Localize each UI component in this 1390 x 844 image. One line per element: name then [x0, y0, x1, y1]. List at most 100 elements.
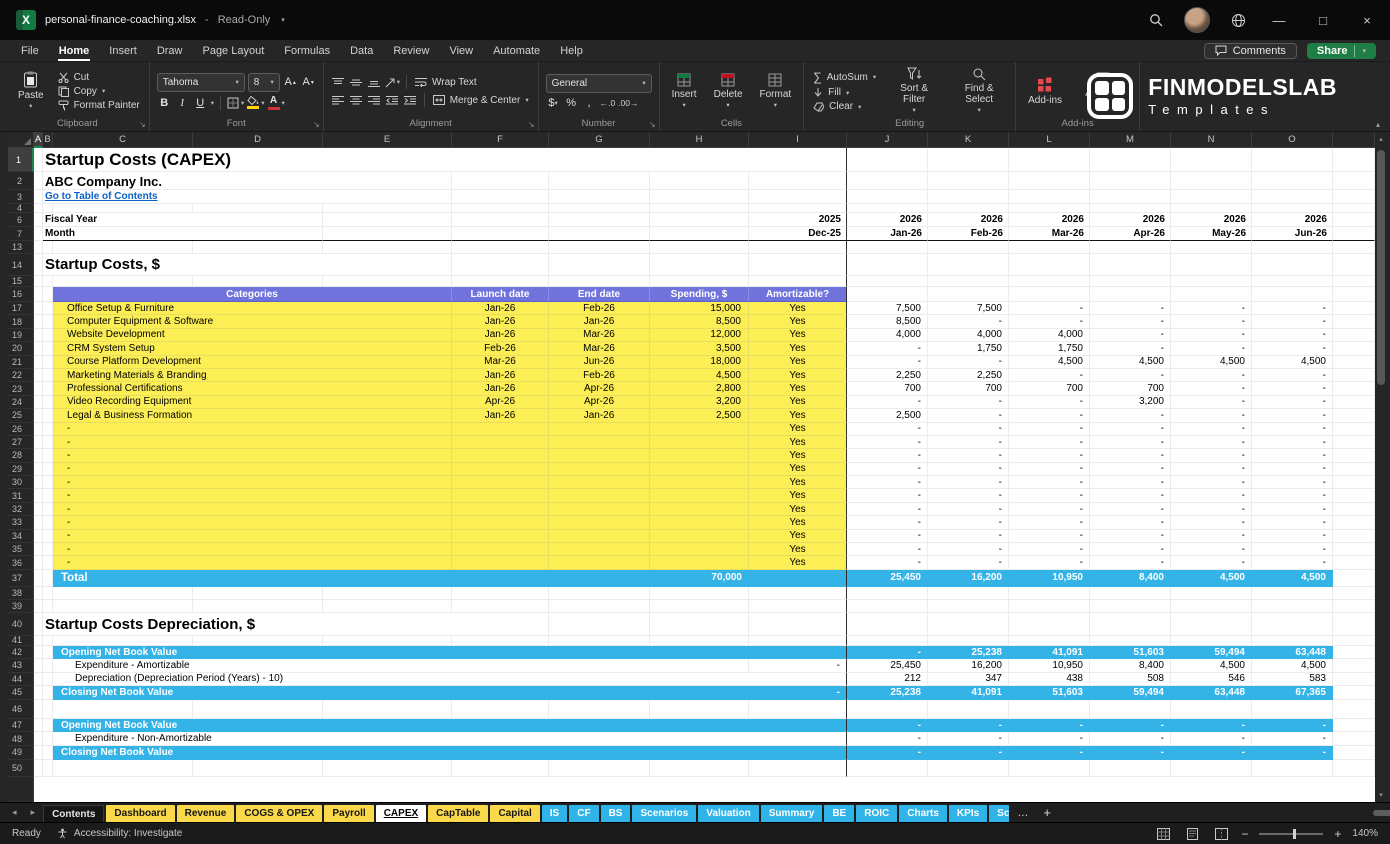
cell-G34[interactable] — [549, 529, 650, 544]
cell-F39[interactable] — [452, 599, 549, 613]
cell-A22[interactable] — [34, 368, 43, 383]
cell-I29[interactable]: Yes — [749, 462, 847, 477]
cell-I19[interactable]: Yes — [749, 328, 847, 343]
cell-M28[interactable]: - — [1090, 449, 1171, 463]
sheet-tab-capex[interactable]: CAPEX — [375, 805, 427, 822]
cell-N25[interactable]: - — [1171, 409, 1252, 423]
cell-H7[interactable] — [650, 227, 749, 241]
zoom-slider-thumb[interactable] — [1292, 828, 1296, 839]
cell-M25[interactable]: - — [1090, 409, 1171, 423]
cell-G50[interactable] — [549, 759, 650, 777]
cell-M24[interactable]: 3,200 — [1090, 395, 1171, 410]
cell-M19[interactable]: - — [1090, 328, 1171, 343]
cell-F14[interactable] — [452, 254, 549, 276]
cell-K33[interactable]: - — [928, 516, 1009, 530]
cell-F27[interactable] — [452, 435, 549, 450]
cell-B50[interactable] — [43, 759, 53, 777]
cell-C29[interactable]: - — [53, 462, 452, 477]
cell-B41[interactable] — [43, 635, 53, 646]
cell-A21[interactable] — [34, 355, 43, 369]
cell-K19[interactable]: 4,000 — [928, 328, 1009, 343]
cell-X25[interactable] — [1333, 409, 1375, 423]
cell-N2[interactable] — [1171, 172, 1252, 190]
cell-L34[interactable]: - — [1009, 529, 1090, 544]
cell-B46[interactable] — [43, 699, 53, 719]
cell-B17[interactable] — [43, 302, 53, 316]
cell-G36[interactable] — [549, 556, 650, 570]
row-header-37[interactable]: 37 — [8, 569, 34, 587]
vertical-scroll-thumb[interactable] — [1377, 150, 1385, 385]
row-header-43[interactable]: 43 — [8, 659, 34, 673]
cell-L25[interactable]: - — [1009, 409, 1090, 423]
cell-C19[interactable]: Website Development — [53, 328, 452, 343]
row-header-39[interactable]: 39 — [8, 599, 34, 613]
cell-C49[interactable]: Closing Net Book Value — [53, 745, 847, 760]
cell-I35[interactable]: Yes — [749, 543, 847, 557]
cell-B19[interactable] — [43, 328, 53, 343]
search-icon[interactable] — [1146, 10, 1166, 30]
cell-M4[interactable] — [1090, 204, 1171, 213]
cell-L14[interactable] — [1009, 254, 1090, 276]
cell-M26[interactable]: - — [1090, 422, 1171, 436]
align-center-button[interactable] — [349, 95, 364, 106]
new-sheet-button[interactable]: + — [1037, 805, 1057, 820]
cell-E6[interactable] — [323, 213, 452, 227]
cell-D41[interactable] — [193, 635, 323, 646]
cell-X30[interactable] — [1333, 476, 1375, 490]
row-header-35[interactable]: 35 — [8, 543, 34, 557]
cell-F29[interactable] — [452, 462, 549, 477]
vertical-scrollbar[interactable]: ▴ ▾ — [1375, 132, 1387, 802]
cell-A48[interactable] — [34, 732, 43, 746]
accessibility-status[interactable]: Accessibility: Investigate — [57, 828, 182, 839]
cell-I25[interactable]: Yes — [749, 409, 847, 423]
cell-F17[interactable]: Jan-26 — [452, 302, 549, 316]
cell-L31[interactable]: - — [1009, 489, 1090, 503]
row-header-25[interactable]: 25 — [8, 409, 34, 423]
cell-I31[interactable]: Yes — [749, 489, 847, 503]
cell-A23[interactable] — [34, 382, 43, 396]
maximize-button[interactable]: □ — [1310, 13, 1336, 28]
cell-A19[interactable] — [34, 328, 43, 343]
cell-A40[interactable] — [34, 612, 43, 636]
cell-X23[interactable] — [1333, 382, 1375, 396]
cell-H39[interactable] — [650, 599, 749, 613]
cell-F16[interactable]: Launch date — [452, 287, 549, 302]
cell-N1[interactable] — [1171, 148, 1252, 172]
cell-G28[interactable] — [549, 449, 650, 463]
sheet-tab-bs[interactable]: BS — [600, 805, 631, 822]
row-header-21[interactable]: 21 — [8, 355, 34, 369]
cell-X17[interactable] — [1333, 302, 1375, 316]
sheet-tab-revenue[interactable]: Revenue — [176, 805, 235, 822]
cell-I33[interactable]: Yes — [749, 516, 847, 530]
cell-N40[interactable] — [1171, 612, 1252, 636]
cell-B26[interactable] — [43, 422, 53, 436]
cell-L4[interactable] — [1009, 204, 1090, 213]
cell-B7[interactable]: Month — [43, 227, 323, 241]
cell-M43[interactable]: 8,400 — [1090, 659, 1171, 673]
cell-A2[interactable] — [34, 172, 43, 190]
cell-L33[interactable]: - — [1009, 516, 1090, 530]
cell-A6[interactable] — [34, 213, 43, 227]
column-header-G[interactable]: G — [549, 132, 650, 148]
cell-F31[interactable] — [452, 489, 549, 503]
cell-N33[interactable]: - — [1171, 516, 1252, 530]
cell-H14[interactable] — [650, 254, 749, 276]
cell-M44[interactable]: 508 — [1090, 672, 1171, 686]
cell-O2[interactable] — [1252, 172, 1333, 190]
row-header-24[interactable]: 24 — [8, 395, 34, 410]
cell-H37[interactable]: 70,000 — [650, 569, 749, 587]
collapse-ribbon-icon[interactable]: ▴ — [1376, 120, 1380, 129]
number-dialog-launcher[interactable]: ↘ — [649, 121, 656, 129]
cell-X44[interactable] — [1333, 672, 1375, 686]
cell-I28[interactable]: Yes — [749, 449, 847, 463]
cell-F21[interactable]: Mar-26 — [452, 355, 549, 369]
cell-L46[interactable] — [1009, 699, 1090, 719]
cell-H3[interactable] — [650, 190, 749, 204]
cell-K44[interactable]: 347 — [928, 672, 1009, 686]
cell-G6[interactable] — [549, 213, 650, 227]
row-header-17[interactable]: 17 — [8, 302, 34, 316]
row-header-19[interactable]: 19 — [8, 328, 34, 343]
cell-A20[interactable] — [34, 342, 43, 356]
cell-L15[interactable] — [1009, 276, 1090, 287]
cell-F22[interactable]: Jan-26 — [452, 368, 549, 383]
